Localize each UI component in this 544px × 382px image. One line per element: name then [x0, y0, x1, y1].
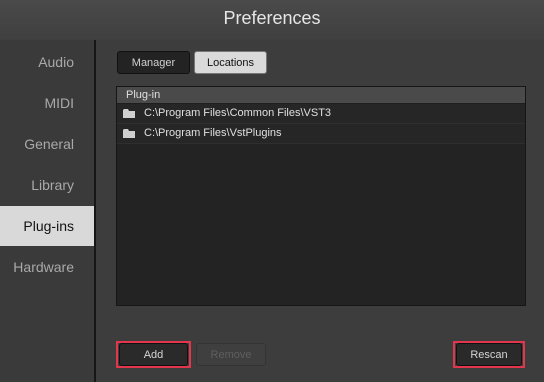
add-button-highlight: [116, 341, 191, 368]
window-title: Preferences: [0, 0, 544, 40]
list-item-path: C:\Program Files\Common Files\VST3: [144, 107, 332, 119]
list-item[interactable]: C:\Program Files\VstPlugins: [117, 124, 525, 144]
sidebar-item-library[interactable]: Library: [0, 165, 94, 205]
remove-button[interactable]: Remove: [196, 343, 266, 366]
tab-locations[interactable]: Locations: [194, 51, 267, 74]
sidebar-item-plug-ins[interactable]: Plug-ins: [0, 206, 94, 246]
plugin-locations-list[interactable]: Plug-in C:\Program Files\Common Files\VS…: [116, 86, 526, 306]
rescan-button-highlight: [453, 341, 525, 368]
folder-icon: [123, 129, 135, 138]
plugins-panel: Manager Locations Plug-in C:\Program Fil…: [96, 40, 544, 382]
list-item[interactable]: C:\Program Files\Common Files\VST3: [117, 104, 525, 124]
sidebar-item-audio[interactable]: Audio: [0, 42, 94, 82]
sidebar-item-hardware[interactable]: Hardware: [0, 247, 94, 287]
preferences-sidebar: Audio MIDI General Library Plug-ins Hard…: [0, 40, 96, 382]
sidebar-item-general[interactable]: General: [0, 124, 94, 164]
tab-manager[interactable]: Manager: [117, 51, 190, 74]
list-item-path: C:\Program Files\VstPlugins: [144, 127, 282, 139]
sidebar-item-midi[interactable]: MIDI: [0, 83, 94, 123]
folder-icon: [123, 109, 135, 118]
list-header-plug-in[interactable]: Plug-in: [117, 87, 525, 104]
